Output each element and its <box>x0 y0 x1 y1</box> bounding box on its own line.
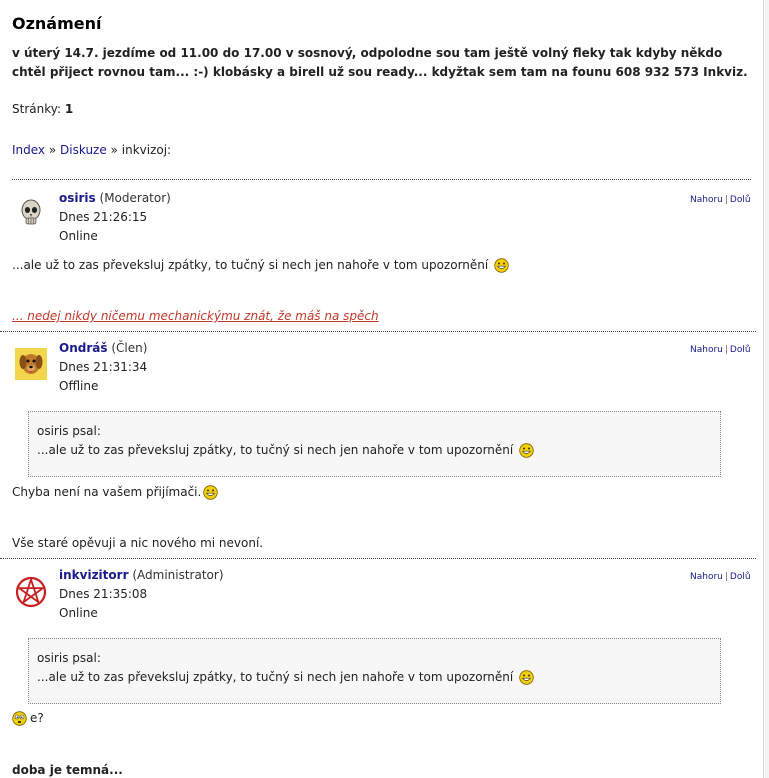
post-body: Chyba není na vašem přijímači. <box>12 485 219 500</box>
scroll-top-link[interactable]: Nahoru <box>690 572 723 582</box>
post-body: ...ale už to zas převeksluj zpátky, to t… <box>12 258 509 273</box>
author-status: Online <box>59 229 98 243</box>
quote-text: ...ale už to zas převeksluj zpátky, to t… <box>37 670 514 684</box>
breadcrumb-index-link[interactable]: Index <box>12 143 45 157</box>
author-status: Online <box>59 606 98 620</box>
scrollbar-track[interactable] <box>765 0 769 778</box>
post-author: Ondráš (Člen) <box>59 341 147 355</box>
breadcrumb-separator: » <box>48 143 57 157</box>
grin-smiley-icon <box>203 485 219 500</box>
post-body: e? <box>12 711 44 726</box>
post-nav-links: Nahoru | Dolů <box>690 572 751 582</box>
post-time: Dnes 21:35:08 <box>59 587 148 601</box>
breadcrumb-discussion-link[interactable]: Diskuze <box>60 143 107 157</box>
grin-smiley-icon <box>494 258 509 273</box>
announcement-text: v úterý 14.7. jezdíme od 11.00 do 17.00 … <box>12 46 748 79</box>
post-author: inkvizitorr (Administrator) <box>59 568 224 582</box>
author-name-link[interactable]: inkvizitorr <box>59 568 129 582</box>
nav-separator: | <box>724 345 728 355</box>
skull-icon[interactable] <box>15 197 47 229</box>
scroll-top-link[interactable]: Nahoru <box>690 195 723 205</box>
grin-smiley-icon <box>519 670 534 685</box>
quote-author: osiris psal: <box>37 651 101 665</box>
nav-separator: | <box>724 195 728 205</box>
scroll-bottom-link[interactable]: Dolů <box>730 195 751 205</box>
post-time: Dnes 21:31:34 <box>59 360 148 374</box>
post-time: Dnes 21:26:15 <box>59 210 148 224</box>
forum-thread-page: Oznámení v úterý 14.7. jezdíme od 11.00 … <box>0 0 764 778</box>
post-divider <box>0 558 756 559</box>
post-signature: Vše staré opěvuji a nic nového mi nevoní… <box>12 536 264 550</box>
author-status: Offline <box>59 379 99 393</box>
breadcrumb: Index » Diskuze » inkvizoj: <box>12 143 171 157</box>
post-body-text: Chyba není na vašem přijímači. <box>12 485 202 499</box>
scroll-bottom-link[interactable]: Dolů <box>730 572 751 582</box>
confused-smiley-icon <box>12 711 27 726</box>
breadcrumb-current: inkvizoj: <box>121 143 172 157</box>
scroll-bottom-link[interactable]: Dolů <box>730 345 751 355</box>
pagination-label: Stránky: <box>12 102 62 116</box>
breadcrumb-separator: » <box>110 143 118 157</box>
scroll-top-link[interactable]: Nahoru <box>690 345 723 355</box>
post-divider <box>12 179 751 180</box>
announcement-title: Oznámení <box>12 14 102 33</box>
post-nav-links: Nahoru | Dolů <box>690 345 751 355</box>
post-author: osiris (Moderator) <box>59 191 171 205</box>
post-body-text: e? <box>30 711 44 725</box>
pagination: Stránky: 1 <box>12 102 73 116</box>
nav-separator: | <box>724 572 728 582</box>
author-role: (Člen) <box>111 341 148 355</box>
author-role: (Moderator) <box>99 191 171 205</box>
quote-text: ...ale už to zas převeksluj zpátky, to t… <box>37 443 514 457</box>
author-name-link[interactable]: osiris <box>59 191 96 205</box>
pentagram-icon[interactable] <box>15 576 47 608</box>
pagination-current-page[interactable]: 1 <box>65 102 73 116</box>
author-role: (Administrator) <box>132 568 224 582</box>
quote-block: osiris psal: ...ale už to zas převeksluj… <box>28 638 721 704</box>
author-name-link[interactable]: Ondráš <box>59 341 108 355</box>
signature-link[interactable]: ... nedej nikdy ničemu mechanickýmu znát… <box>12 309 379 323</box>
quote-block: osiris psal: ...ale už to zas převeksluj… <box>28 411 721 477</box>
post-signature: doba je temná... <box>12 763 123 777</box>
quote-author: osiris psal: <box>37 424 101 438</box>
quote-text-line: ...ale už to zas převeksluj zpátky, to t… <box>37 668 720 687</box>
grin-smiley-icon <box>519 443 534 458</box>
dog-icon[interactable] <box>15 348 47 380</box>
post-divider <box>0 331 756 332</box>
post-nav-links: Nahoru | Dolů <box>690 195 751 205</box>
post-body-text: ...ale už to zas převeksluj zpátky, to t… <box>12 258 489 272</box>
quote-text-line: ...ale už to zas převeksluj zpátky, to t… <box>37 441 720 460</box>
